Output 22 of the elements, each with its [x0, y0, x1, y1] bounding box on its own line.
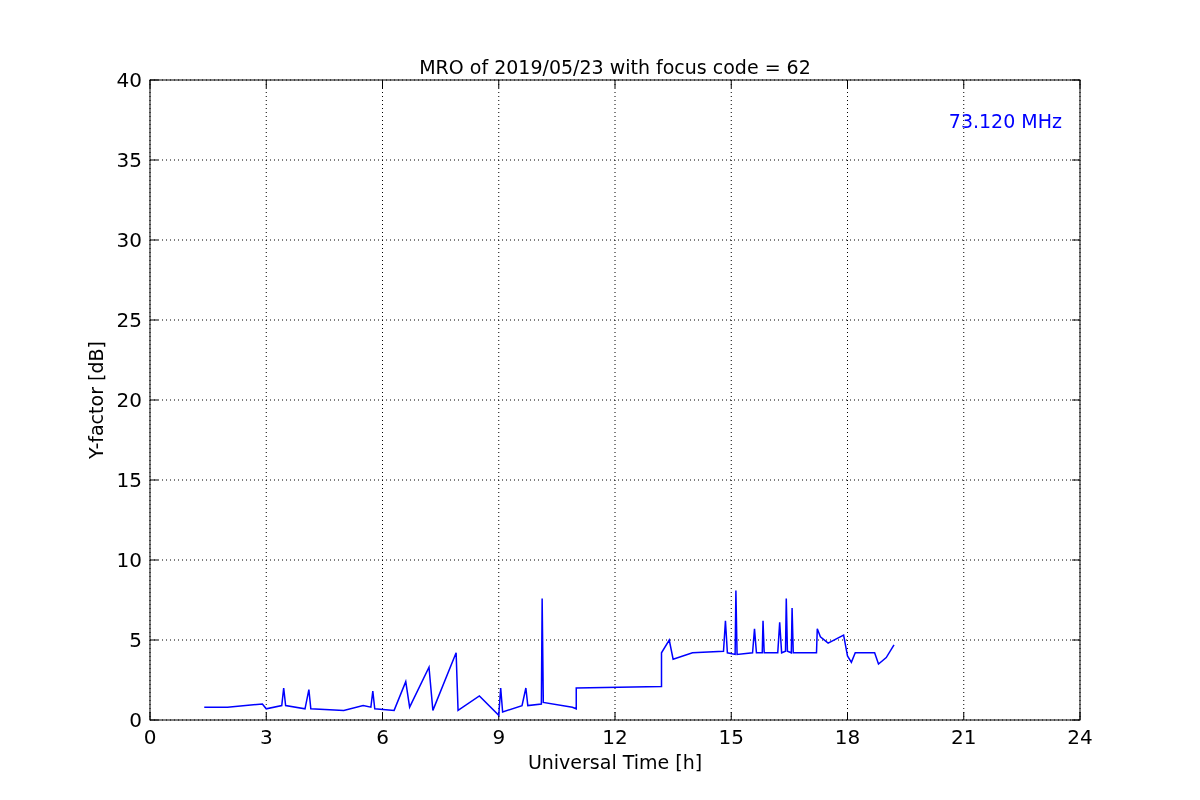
x-tick-label: 15 — [718, 725, 744, 749]
x-tick-label: 3 — [259, 725, 273, 749]
y-tick-label: 15 — [116, 468, 142, 492]
x-tick-label: 21 — [951, 725, 977, 749]
chart-title: MRO of 2019/05/23 with focus code = 62 — [419, 56, 811, 78]
y-tick-label: 20 — [116, 388, 142, 412]
y-tick-label: 30 — [116, 228, 142, 252]
y-tick-label: 0 — [129, 708, 142, 732]
x-tick-label: 24 — [1067, 725, 1093, 749]
x-tick-label: 9 — [492, 725, 506, 749]
y-tick-label: 25 — [116, 308, 142, 332]
x-tick-label: 12 — [602, 725, 628, 749]
y-tick-label: 35 — [116, 148, 142, 172]
y-tick-label: 40 — [116, 68, 142, 92]
x-axis-label: Universal Time [h] — [527, 751, 703, 773]
y-tick-label: 10 — [116, 548, 142, 572]
x-tick-label: 18 — [834, 725, 861, 749]
y-axis-label: Y-factor [dB] — [85, 341, 107, 459]
series-label: 73.120 MHz — [948, 110, 1062, 132]
x-tick-label: 6 — [376, 725, 389, 749]
y-tick-label: 5 — [129, 628, 142, 652]
x-tick-label: 0 — [143, 725, 157, 749]
